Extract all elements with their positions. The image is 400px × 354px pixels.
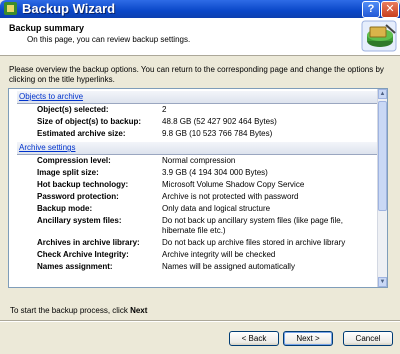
summary-row: Archives in archive library: Do not back… [9,237,387,249]
summary-row: Backup mode: Only data and logical struc… [9,203,387,215]
help-button[interactable]: ? [362,1,380,18]
footer-prefix: To start the backup process, click [10,306,131,315]
row-value: Do not back up archive files stored in a… [162,238,346,247]
summary-row: Object(s) selected: 2 [9,104,387,116]
row-value: Do not back up ancillary system files (l… [162,216,343,235]
next-button[interactable]: Next > [283,331,333,346]
title-bar: Backup Wizard ? ✕ [0,0,400,18]
back-button[interactable]: < Back [229,331,279,346]
footer-instruction: To start the backup process, click Next [10,306,147,315]
vertical-scrollbar[interactable]: ▲ ▼ [377,89,387,287]
row-value: 48.8 GB (52 427 902 464 Bytes) [162,117,277,126]
row-label: Password protection: [37,192,119,201]
summary-row: Image split size: 3.9 GB (4 194 304 000 … [9,167,387,179]
row-value: Names will be assigned automatically [162,262,295,271]
page-title: Backup summary [9,23,85,33]
row-value: 9.8 GB (10 523 766 784 Bytes) [162,129,273,138]
footer-next-word: Next [130,306,148,315]
summary-row: Check Archive Integrity: Archive integri… [9,249,387,261]
cancel-button[interactable]: Cancel [343,331,393,346]
instructions-text: Please overview the backup options. You … [9,65,384,84]
row-label: Image split size: [37,168,99,177]
summary-row: Estimated archive size: 9.8 GB (10 523 7… [9,128,387,140]
row-value: Microsoft Volume Shadow Copy Service [162,180,305,189]
row-value: 3.9 GB (4 194 304 000 Bytes) [162,168,268,177]
backup-app-icon [4,2,17,15]
scroll-thumb[interactable] [378,101,387,211]
row-label: Estimated archive size: [37,129,126,138]
objects-to-archive-link[interactable]: Objects to archive [19,92,83,101]
row-label: Hot backup technology: [37,180,129,189]
summary-row: Hot backup technology: Microsoft Volume … [9,179,387,191]
summary-row: Names assignment: Names will be assigned… [9,261,387,273]
row-value: Archive integrity will be checked [162,250,276,259]
row-label: Ancillary system files: [37,216,122,225]
row-label: Object(s) selected: [37,105,109,114]
row-label: Compression level: [37,156,111,165]
window-title: Backup Wizard [22,1,116,16]
close-button[interactable]: ✕ [381,1,399,18]
row-value: Only data and logical structure [162,204,271,213]
section-archive-header: Archive settings [17,142,385,155]
summary-row: Compression level: Normal compression [9,155,387,167]
row-value: Normal compression [162,156,236,165]
archive-settings-link[interactable]: Archive settings [19,143,75,152]
row-value: Archive is not protected with password [162,192,299,201]
summary-row: Password protection: Archive is not prot… [9,191,387,203]
row-label: Backup mode: [37,204,93,213]
backup-illustration-icon [361,20,397,52]
divider [0,320,400,322]
scroll-down-icon[interactable]: ▼ [378,277,387,287]
summary-panel: Objects to archive Object(s) selected: 2… [8,88,388,288]
row-label: Size of object(s) to backup: [37,117,142,126]
scroll-up-icon[interactable]: ▲ [378,89,387,99]
wizard-header: Backup summary On this page, you can rev… [0,18,400,56]
summary-row: Size of object(s) to backup: 48.8 GB (52… [9,116,387,128]
page-subtitle: On this page, you can review backup sett… [27,35,191,44]
section-objects-header: Objects to archive [17,91,385,104]
summary-row: Ancillary system files: Do not back up a… [9,215,387,237]
row-value: 2 [162,105,167,114]
row-label: Names assignment: [37,262,113,271]
row-label: Archives in archive library: [37,238,140,247]
row-label: Check Archive Integrity: [37,250,129,259]
